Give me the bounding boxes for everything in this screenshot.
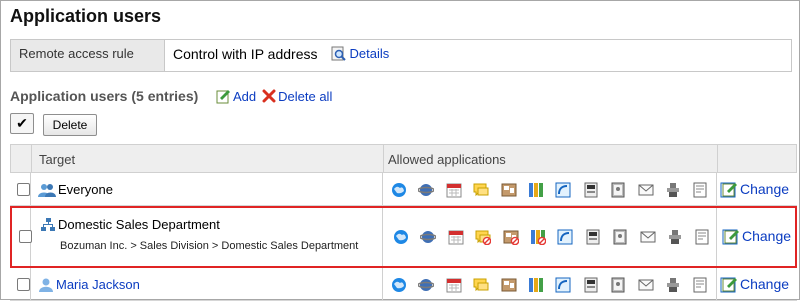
space-icon [419,229,438,245]
user-icon [39,278,53,292]
delete-icon [262,89,276,103]
app-icons [391,182,747,198]
delete-all-button[interactable]: Delete all [262,89,332,104]
table-row: Everyone Change [10,173,797,206]
change-button[interactable]: Change [724,228,791,244]
workflow-icon [665,182,681,198]
row-checkbox[interactable] [17,278,30,291]
timecards-icon [583,182,599,198]
cabinet-icon [528,277,544,293]
timecards-icon [583,277,599,293]
add-button[interactable]: Add [215,88,256,104]
change-label: Change [742,228,792,244]
email-icon [638,182,654,198]
row-checkbox[interactable] [17,183,30,196]
header-allowed-applications: Allowed applications [388,152,506,167]
table-row-highlighted: Domestic Sales Department Bozuman Inc. >… [10,206,797,268]
scheduler-icon [446,182,462,198]
phone-messages-icon [557,229,573,245]
scheduler-icon [448,229,464,245]
target-cell: Everyone [38,182,113,197]
edit-icon [724,230,739,244]
delete-all-label: Delete all [278,88,333,104]
workflow-icon [665,277,681,293]
email-icon [640,229,656,245]
bulletin-icon [501,182,517,198]
remote-access-value-cell: Control with IP address Details [165,40,389,62]
row-checkbox[interactable] [19,230,32,243]
message-icon [473,182,489,198]
workflow-icon [667,229,683,245]
edit-icon [722,278,737,292]
organization-icon [41,217,55,231]
phone-messages-icon [555,277,571,293]
report-icon [692,182,708,198]
cabinet-icon [528,182,544,198]
add-label: Add [233,88,257,104]
address-icon [610,182,626,198]
message-icon [473,277,489,293]
magnifier-icon [331,46,347,62]
remote-access-rule: Remote access rule Control with IP addre… [10,39,792,72]
app-icons [393,229,749,246]
report-icon [692,277,708,293]
target-name: Everyone [58,182,113,197]
target-name: Domestic Sales Department [58,217,220,232]
space-icon [417,277,436,293]
header-target: Target [39,152,76,167]
target-cell: Domestic Sales Department [40,217,220,232]
target-name-link[interactable]: Maria Jackson [56,277,140,292]
bulletin-icon [503,229,519,246]
remote-access-value: Control with IP address [173,45,318,62]
section-title: Application users (5 entries) [10,88,199,104]
target-cell: Maria Jackson [38,277,140,292]
change-button[interactable]: Change [722,276,789,292]
change-label: Change [740,276,790,292]
report-icon [694,229,710,245]
timecards-icon [585,229,601,245]
edit-icon [722,183,737,197]
message-icon [475,229,492,246]
page-title: Application users [10,6,162,26]
change-button[interactable]: Change [722,181,789,197]
check-all-button[interactable]: ✔ [10,113,34,134]
space-icon [417,182,436,198]
email-icon [638,277,654,293]
table-header: Target Allowed applications [10,144,797,173]
phone-messages-icon [555,182,571,198]
cabinet-icon [530,229,547,246]
portal-icon [391,277,407,293]
scheduler-icon [446,277,462,293]
table-row: Maria Jackson Change [10,268,797,301]
change-label: Change [740,181,790,197]
add-icon [216,90,230,104]
address-icon [610,277,626,293]
app-icons [391,277,747,293]
remote-access-label: Remote access rule [11,40,165,71]
bulletin-icon [501,277,517,293]
portal-icon [393,229,409,245]
app-frame: Application users Remote access rule Con… [0,0,800,301]
portal-icon [391,182,407,198]
delete-button[interactable]: Delete [43,114,97,136]
organization-path: Bozuman Inc. > Sales Division > Domestic… [60,240,359,252]
section-actions: Add Delete all [215,88,338,104]
details-link[interactable]: Details [349,46,389,61]
address-icon [612,229,628,245]
group-icon [38,183,56,197]
